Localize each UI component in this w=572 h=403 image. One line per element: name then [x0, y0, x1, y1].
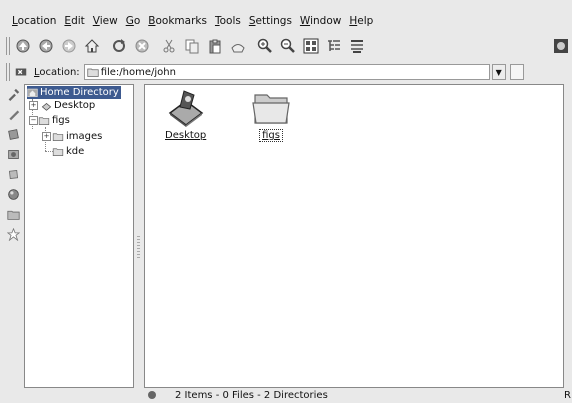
stop-icon[interactable] — [133, 37, 151, 55]
home-icon[interactable] — [83, 37, 101, 55]
file-item-figs[interactable]: figs — [251, 87, 291, 142]
menubar: Location Edit View Go Bookmarks Tools Se… — [0, 11, 572, 31]
desktop-icon — [168, 90, 203, 127]
folder-icon — [52, 133, 64, 141]
tree-item-figs[interactable]: figs — [38, 114, 70, 127]
expand-images-button[interactable]: + — [42, 132, 51, 141]
location-dropdown-button[interactable]: ▼ — [491, 64, 506, 80]
toolbar-grip[interactable] — [6, 37, 10, 55]
location-toolbar: Location: file:/home/john ▼ — [0, 61, 572, 83]
tree-item-home-directory[interactable]: Home Directory — [27, 86, 121, 99]
forward-icon[interactable] — [60, 37, 78, 55]
home-folder-icon[interactable] — [5, 146, 21, 162]
menu-bookmarks[interactable]: Bookmarks — [144, 15, 211, 27]
tree-item-label: images — [66, 131, 103, 142]
go-button[interactable] — [509, 64, 524, 80]
reload-icon[interactable] — [110, 37, 128, 55]
main-toolbar — [0, 33, 572, 59]
folder-icon — [87, 68, 99, 77]
print-icon[interactable] — [229, 37, 247, 55]
menu-go[interactable]: Go — [122, 15, 145, 27]
tree-item-label: kde — [66, 146, 85, 157]
kde-logo-icon — [552, 37, 570, 55]
file-item-desktop[interactable]: Desktop — [165, 87, 206, 141]
folder-icon — [252, 94, 290, 124]
menu-settings[interactable]: Settings — [245, 15, 296, 27]
bookmarks-icon[interactable] — [5, 106, 21, 122]
menu-tools[interactable]: Tools — [211, 15, 245, 27]
status-text: 2 Items - 0 Files - 2 Directories — [175, 390, 328, 401]
collapse-figs-button[interactable]: − — [29, 116, 38, 125]
tree-item-desktop[interactable]: Desktop — [41, 99, 95, 112]
history-icon[interactable] — [5, 126, 21, 142]
menu-help[interactable]: Help — [345, 15, 377, 27]
splitter-grip[interactable] — [137, 234, 140, 258]
folder-icon — [52, 148, 64, 156]
folder-icon — [38, 117, 50, 125]
statusbar: 2 Items - 0 Files - 2 Directories R — [0, 389, 572, 403]
copy-icon[interactable] — [183, 37, 201, 55]
root-folder-icon[interactable] — [5, 206, 21, 222]
tree-item-images[interactable]: images — [52, 130, 102, 143]
menu-edit[interactable]: Edit — [60, 15, 88, 27]
tools-icon[interactable] — [5, 86, 21, 102]
directory-tree: Home Directory + Desktop − figs + images… — [24, 84, 134, 388]
panel-splitter[interactable] — [134, 84, 144, 388]
favorites-icon[interactable] — [5, 226, 21, 242]
chevron-down-icon: ▼ — [495, 67, 502, 77]
status-right-text: R — [564, 390, 571, 401]
tree-item-label: figs — [52, 115, 70, 126]
cut-icon[interactable] — [160, 37, 178, 55]
icon-view-icon[interactable] — [302, 37, 320, 55]
file-label: Desktop — [165, 130, 207, 141]
network-icon[interactable] — [5, 186, 21, 202]
tree-item-label: Desktop — [54, 100, 96, 111]
detailed-view-icon[interactable] — [348, 37, 366, 55]
up-icon[interactable] — [14, 37, 32, 55]
status-indicator-icon — [148, 391, 156, 399]
clear-location-icon[interactable] — [14, 63, 28, 81]
file-view: Desktop figs — [144, 84, 564, 388]
sidebar-tabs — [4, 84, 22, 388]
location-value: file:/home/john — [100, 66, 176, 78]
file-label: figs — [259, 129, 283, 142]
paste-icon[interactable] — [206, 37, 224, 55]
zoom-in-icon[interactable] — [256, 37, 274, 55]
menu-window[interactable]: Window — [296, 15, 345, 27]
konqueror-window: Location Edit View Go Bookmarks Tools Se… — [0, 0, 572, 403]
desktop-icon — [41, 102, 52, 111]
expand-desktop-button[interactable]: + — [29, 101, 38, 110]
location-input[interactable]: file:/home/john — [83, 64, 490, 80]
services-icon[interactable] — [5, 166, 21, 182]
tree-view-icon[interactable] — [325, 37, 343, 55]
home-directory-icon — [27, 88, 38, 97]
location-grip[interactable] — [6, 63, 10, 81]
menu-location[interactable]: Location — [8, 15, 60, 27]
tree-item-label: Home Directory — [40, 87, 119, 98]
location-label: Location: — [34, 66, 80, 78]
back-icon[interactable] — [37, 37, 55, 55]
zoom-out-icon[interactable] — [279, 37, 297, 55]
tree-item-kde[interactable]: kde — [52, 145, 84, 158]
menu-view[interactable]: View — [89, 15, 122, 27]
